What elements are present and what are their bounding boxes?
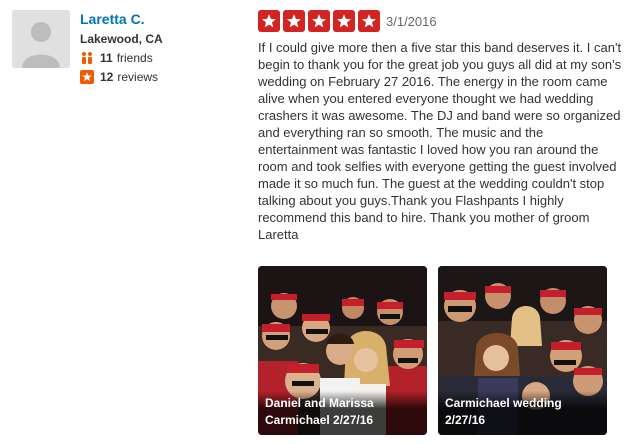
photo-caption: Carmichael wedding 2/27/16	[438, 391, 607, 435]
star-icon	[258, 10, 280, 32]
star-icon	[283, 10, 305, 32]
friends-count: 11	[100, 51, 113, 65]
user-location: Lakewood, CA	[80, 32, 163, 46]
review-photo[interactable]: Daniel and Marissa Carmichael 2/27/16	[258, 266, 427, 435]
user-info: Laretta C. Lakewood, CA 11 friends 12 re…	[80, 10, 240, 85]
reviews-count: 12	[100, 70, 114, 84]
review-content: 3/1/2016 If I could give more then a fiv…	[258, 10, 624, 243]
review-date: 3/1/2016	[386, 13, 437, 29]
star-icon	[358, 10, 380, 32]
photo-caption-line2: 2/27/16	[445, 413, 486, 427]
review-photo[interactable]: Carmichael wedding 2/27/16	[438, 266, 607, 435]
photo-caption: Daniel and Marissa Carmichael 2/27/16	[258, 391, 427, 435]
review-text: If I could give more then a five star th…	[258, 40, 622, 242]
user-silhouette-icon	[12, 10, 70, 68]
friends-label: friends	[116, 51, 153, 65]
star-icon	[308, 10, 330, 32]
reviews-stat: 12 reviews	[80, 69, 240, 85]
photo-caption-line2: Carmichael 2/27/16	[265, 413, 374, 427]
rating-row: 3/1/2016	[258, 10, 624, 32]
reviews-label: reviews	[117, 70, 159, 84]
photo-caption-line1: Carmichael wedding	[445, 396, 562, 410]
user-name-link[interactable]: Laretta C.	[80, 10, 240, 28]
star-badge-icon	[80, 70, 94, 84]
friends-icon	[80, 51, 94, 65]
friends-stat: 11 friends	[80, 50, 240, 66]
star-rating	[258, 10, 383, 32]
user-avatar[interactable]	[12, 10, 70, 68]
photo-caption-line1: Daniel and Marissa	[265, 396, 374, 410]
star-icon	[333, 10, 355, 32]
